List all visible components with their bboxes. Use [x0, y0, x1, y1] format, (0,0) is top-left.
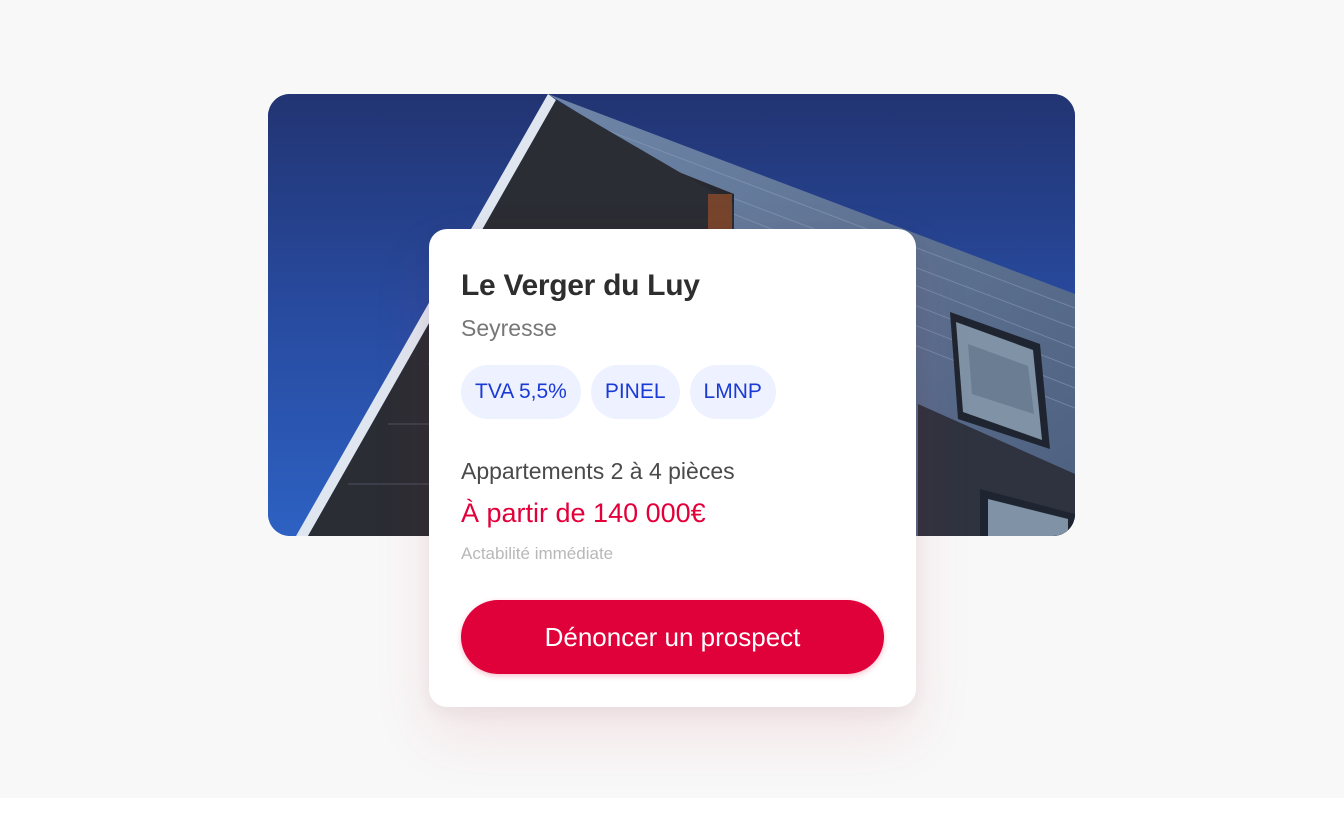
- availability-note: Actabilité immédiate: [461, 544, 614, 563]
- tag-pinel: PINEL: [590, 365, 680, 419]
- tax-scheme-tags: TVA 5,5% PINEL LMNP: [461, 365, 776, 419]
- starting-price: À partir de 140 000€: [461, 498, 706, 528]
- report-prospect-button[interactable]: Dénoncer un prospect: [461, 600, 884, 674]
- tag-lmnp: LMNP: [689, 365, 776, 419]
- tag-tva: TVA 5,5%: [461, 365, 581, 419]
- apartment-types: Appartements 2 à 4 pièces: [461, 458, 735, 484]
- program-card: Le Verger du Luy Seyresse TVA 5,5% PINEL…: [429, 229, 916, 707]
- page-background: Le Verger du Luy Seyresse TVA 5,5% PINEL…: [0, 0, 1344, 798]
- program-city: Seyresse: [461, 315, 557, 341]
- program-title: Le Verger du Luy: [461, 269, 700, 302]
